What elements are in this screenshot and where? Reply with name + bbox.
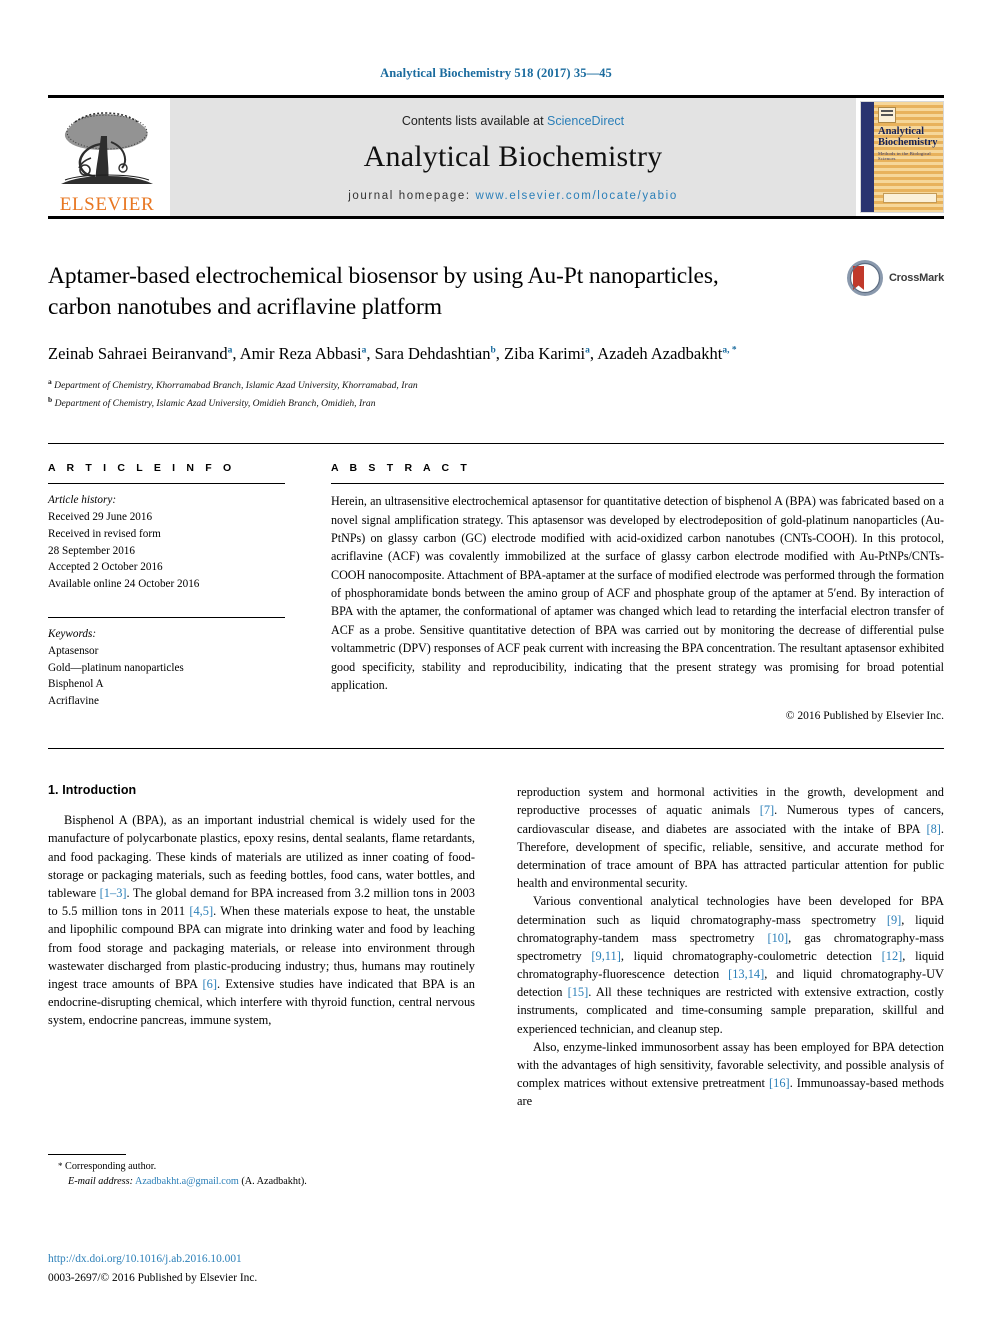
- paragraph: reproduction system and hormonal activit…: [517, 785, 944, 891]
- contents-prefix: Contents lists available at: [401, 113, 548, 128]
- keywords-rule: [48, 616, 285, 618]
- email-label: E-mail address:: [68, 1175, 133, 1187]
- elsevier-tree-icon: [55, 110, 159, 194]
- article-info-heading: A R T I C L E I N F O: [48, 462, 236, 475]
- author-affil-mark: a: [361, 345, 367, 356]
- cover-footer-strip: [883, 193, 937, 203]
- abstract-text: Herein, an ultrasensitive electrochemica…: [331, 494, 944, 692]
- citation-ref[interactable]: [4,5]: [189, 904, 213, 918]
- keyword-item: Acriflavine: [48, 695, 99, 708]
- author-name: Zeinab Sahraei Beiranvand: [48, 344, 228, 364]
- footnote: * Corresponding author. E-mail address: …: [48, 1160, 475, 1190]
- paragraph: Also, enzyme-linked immunosorbent assay …: [517, 1039, 944, 1109]
- affiliation-text: Department of Chemistry, Khorramabad Bra…: [54, 380, 418, 392]
- article-info-column: A R T I C L E I N F O Article history: R…: [48, 462, 285, 722]
- keyword-item: Bisphenol A: [48, 678, 104, 691]
- crossmark-badge[interactable]: CrossMark: [846, 259, 944, 297]
- citation-ref[interactable]: [13,14]: [728, 967, 764, 981]
- keywords-label: Keywords:: [48, 627, 97, 640]
- abstract-heading: A B S T R A C T: [331, 462, 471, 475]
- journal-cover-thumbnail: Analytical Biochemistry Methods in the B…: [860, 101, 944, 213]
- homepage-prefix: journal homepage:: [348, 189, 476, 202]
- cover-title: Analytical Biochemistry: [878, 126, 938, 149]
- citation-ref[interactable]: [1–3]: [100, 886, 127, 900]
- history-item: Received in revised form: [48, 527, 161, 540]
- article-title: Aptamer-based electrochemical biosensor …: [48, 263, 719, 320]
- affiliation-list: a Department of Chemistry, Khorramabad B…: [48, 376, 944, 411]
- footer-doi-block: http://dx.doi.org/10.1016/j.ab.2016.10.0…: [48, 1251, 257, 1287]
- running-head: Analytical Biochemistry 518 (2017) 35—45: [380, 66, 612, 80]
- author-affil-mark: a, *: [722, 345, 737, 356]
- author-name: Amir Reza Abbasi: [239, 344, 362, 364]
- abstract-column: A B S T R A C T Herein, an ultrasensitiv…: [331, 462, 944, 722]
- citation-ref[interactable]: [7]: [760, 803, 774, 817]
- email-link[interactable]: Azadbakht.a@gmail.com: [135, 1176, 239, 1187]
- footnote-rule: [48, 1153, 126, 1155]
- article-history-block: Article history: Received 29 June 2016 R…: [48, 492, 285, 593]
- affiliation-mark: b: [48, 394, 53, 404]
- journal-homepage-link[interactable]: www.elsevier.com/locate/yabio: [475, 190, 677, 202]
- title-block: CrossMark Aptamer-based electrochemical …: [48, 219, 944, 411]
- elsevier-logo: ELSEVIER: [48, 98, 166, 216]
- affiliation-item: b Department of Chemistry, Islamic Azad …: [48, 394, 944, 412]
- citation-ref[interactable]: [6]: [203, 977, 217, 991]
- keyword-item: Aptasensor: [48, 644, 99, 657]
- cover-subtitle: Methods in the Biological Sciences: [878, 151, 931, 161]
- elsevier-wordmark: ELSEVIER: [59, 194, 155, 215]
- crossmark-icon: [846, 259, 884, 297]
- affiliation-mark: a: [48, 377, 52, 387]
- footnote-region: * Corresponding author. E-mail address: …: [48, 1153, 475, 1190]
- author-affil-mark: b: [490, 345, 496, 356]
- author-name: Azadeh Azadbakht: [597, 344, 723, 364]
- author-list: Zeinab Sahraei Beiranvanda, Amir Reza Ab…: [48, 344, 737, 364]
- issn-copyright-line: 0003-2697/© 2016 Published by Elsevier I…: [48, 1272, 258, 1285]
- author-name: Ziba Karimi: [504, 344, 586, 364]
- journal-band: Contents lists available at ScienceDirec…: [170, 98, 856, 216]
- author-affil-mark: a: [227, 345, 233, 356]
- citation-ref[interactable]: [16]: [769, 1076, 790, 1090]
- paragraph: Various conventional analytical technolo…: [517, 894, 945, 1036]
- section-title-introduction: 1. Introduction: [48, 783, 137, 798]
- cover-elsevier-badge-icon: [878, 107, 896, 123]
- author-name: Sara Dehdashtian: [374, 344, 491, 364]
- body-columns: 1. Introduction Bisphenol A (BPA), as an…: [48, 749, 944, 1189]
- keywords-block: Keywords: Aptasensor Gold—platinum nanop…: [48, 616, 285, 710]
- affiliation-item: a Department of Chemistry, Khorramabad B…: [48, 376, 944, 394]
- citation-ref[interactable]: [10]: [767, 931, 788, 945]
- citation-ref[interactable]: [12]: [882, 949, 903, 963]
- abstract-copyright: © 2016 Published by Elsevier Inc.: [785, 710, 944, 723]
- citation-ref[interactable]: [15]: [568, 985, 589, 999]
- history-item: 28 September 2016: [48, 544, 135, 557]
- article-history-label: Article history:: [48, 494, 117, 507]
- article-page: Analytical Biochemistry 518 (2017) 35—45: [0, 0, 992, 1323]
- citation-ref[interactable]: [9]: [887, 913, 901, 927]
- crossmark-label: CrossMark: [888, 272, 944, 284]
- doi-link[interactable]: http://dx.doi.org/10.1016/j.ab.2016.10.0…: [48, 1251, 257, 1268]
- abstract-rule: [331, 483, 944, 485]
- footnote-star-icon: *: [58, 1160, 63, 1171]
- citation-ref[interactable]: [8]: [926, 822, 940, 836]
- body-column-left: 1. Introduction Bisphenol A (BPA), as an…: [48, 783, 475, 1189]
- author-affil-mark: a: [585, 345, 590, 356]
- affiliation-text: Department of Chemistry, Islamic Azad Un…: [54, 397, 376, 409]
- history-item: Accepted 2 October 2016: [48, 561, 163, 574]
- journal-title: Analytical Biochemistry: [363, 139, 663, 173]
- keyword-item: Gold—platinum nanoparticles: [48, 661, 184, 674]
- cover-spine: [861, 102, 874, 212]
- body-column-right: reproduction system and hormonal activit…: [517, 783, 944, 1189]
- history-item: Received 29 June 2016: [48, 510, 153, 523]
- journal-homepage-line: journal homepage: www.elsevier.com/locat…: [348, 190, 678, 202]
- corresponding-author-note: Corresponding author.: [65, 1160, 157, 1172]
- contents-available-line: Contents lists available at ScienceDirec…: [402, 114, 624, 128]
- history-item: Available online 24 October 2016: [48, 578, 200, 591]
- info-abstract-region: A R T I C L E I N F O Article history: R…: [48, 444, 944, 722]
- article-info-rule: [48, 483, 285, 485]
- citation-ref[interactable]: [9,11]: [591, 949, 620, 963]
- email-owner: (A. Azadbakht).: [241, 1175, 307, 1187]
- paragraph: Bisphenol A (BPA), as an important indus…: [48, 813, 476, 1028]
- sciencedirect-link[interactable]: ScienceDirect: [547, 114, 624, 128]
- journal-masthead: ELSEVIER Contents lists available at Sci…: [48, 98, 944, 216]
